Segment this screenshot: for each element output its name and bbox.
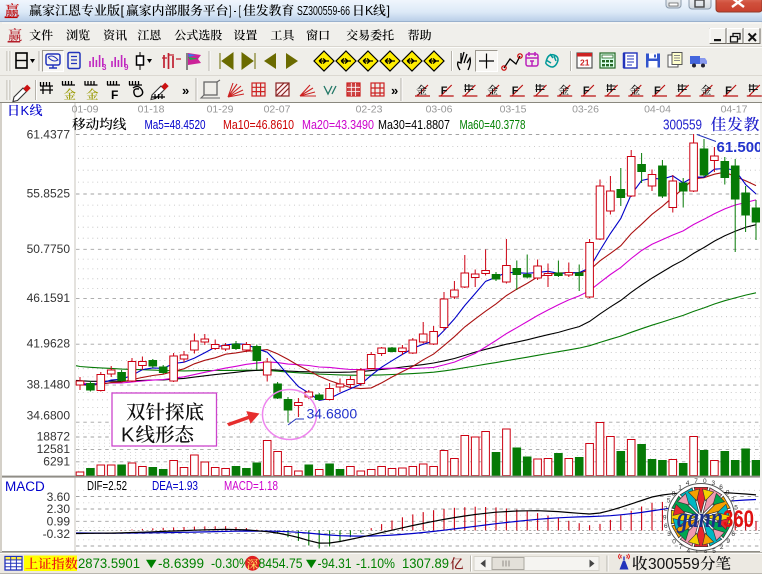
svg-text:DEA=1.93: DEA=1.93 xyxy=(152,478,198,493)
svg-text:34.6800: 34.6800 xyxy=(27,409,71,423)
svg-text:6: 6 xyxy=(719,484,723,491)
svg-text:2: 2 xyxy=(731,497,735,504)
svg-text:8454.75: 8454.75 xyxy=(259,556,303,571)
svg-text:K: K xyxy=(21,103,30,118)
svg-text:K: K xyxy=(121,425,135,447)
svg-text:03-06: 03-06 xyxy=(426,104,453,116)
svg-text:04-04: 04-04 xyxy=(644,104,671,116)
svg-text:01-18: 01-18 xyxy=(138,104,165,116)
svg-text:9: 9 xyxy=(726,489,730,496)
svg-text:[: [ xyxy=(121,3,125,18)
svg-text:1: 1 xyxy=(678,484,682,491)
svg-text:F: F xyxy=(583,85,590,97)
svg-text:] - [: ] - [ xyxy=(229,3,241,18)
svg-text:300559: 300559 xyxy=(663,117,702,134)
svg-text:3: 3 xyxy=(667,531,671,538)
svg-text:21: 21 xyxy=(580,58,590,68)
svg-text:Ma60=40.3778: Ma60=40.3778 xyxy=(460,117,526,132)
svg-text:02-07: 02-07 xyxy=(264,104,291,116)
svg-text:50.7750: 50.7750 xyxy=(27,242,71,256)
svg-text:Ma10=46.8610: Ma10=46.8610 xyxy=(223,117,294,132)
svg-text:61.5000: 61.5000 xyxy=(717,139,762,156)
svg-text:-0.32: -0.32 xyxy=(43,527,71,541)
svg-text:7: 7 xyxy=(679,544,683,551)
svg-text:F: F xyxy=(441,85,448,97)
svg-text:9: 9 xyxy=(663,514,667,521)
svg-text:9: 9 xyxy=(726,538,730,545)
svg-text:»: » xyxy=(391,83,398,98)
svg-text:1307.89: 1307.89 xyxy=(402,556,449,571)
svg-text:DIF=2.52: DIF=2.52 xyxy=(87,478,127,493)
svg-text:gann: gann xyxy=(676,503,723,534)
svg-text:55.8525: 55.8525 xyxy=(27,187,71,201)
svg-text:2873.5901: 2873.5901 xyxy=(78,556,140,571)
svg-text:-1.10%: -1.10% xyxy=(356,556,395,571)
svg-text:2: 2 xyxy=(720,544,724,551)
svg-text:Ma5=48.4520: Ma5=48.4520 xyxy=(145,117,206,132)
svg-text:-0.30%: -0.30% xyxy=(211,556,250,571)
svg-text:MACD=1.18: MACD=1.18 xyxy=(224,478,278,493)
svg-text:34.6800: 34.6800 xyxy=(307,406,358,422)
svg-text:Ma20=43.3490: Ma20=43.3490 xyxy=(302,117,374,132)
svg-text:01-29: 01-29 xyxy=(207,104,234,116)
svg-text:MACD: MACD xyxy=(5,479,45,494)
svg-text:61.4377: 61.4377 xyxy=(27,128,71,142)
svg-text:01-09: 01-09 xyxy=(72,104,99,116)
svg-text:F: F xyxy=(725,85,732,97)
svg-text:7: 7 xyxy=(694,478,698,485)
svg-text:5: 5 xyxy=(667,498,671,505)
svg-text:0: 0 xyxy=(672,538,676,545)
svg-text:3: 3 xyxy=(102,63,107,72)
svg-text:F: F xyxy=(654,85,661,97)
svg-text:Ma30=41.8807: Ma30=41.8807 xyxy=(378,117,450,132)
svg-text:03-15: 03-15 xyxy=(500,104,527,116)
svg-text:-8.6399: -8.6399 xyxy=(158,556,204,571)
svg-text:F: F xyxy=(111,88,118,102)
svg-text:300559: 300559 xyxy=(648,556,700,573)
svg-text:F: F xyxy=(512,85,519,97)
svg-text:4: 4 xyxy=(686,480,690,487)
svg-text:-94.31: -94.31 xyxy=(318,556,352,571)
svg-text:2: 2 xyxy=(664,506,668,513)
svg-text:9: 9 xyxy=(124,63,129,72)
svg-text:41.9628: 41.9628 xyxy=(27,337,71,351)
svg-text:03-26: 03-26 xyxy=(572,104,599,116)
svg-text:K: K xyxy=(365,4,374,18)
svg-text:SZ300559-66: SZ300559-66 xyxy=(297,4,350,18)
svg-text:3: 3 xyxy=(711,480,715,487)
svg-text:6: 6 xyxy=(664,523,668,530)
svg-text:04-17: 04-17 xyxy=(721,104,748,116)
svg-text:46.1591: 46.1591 xyxy=(27,291,71,305)
svg-text:02-23: 02-23 xyxy=(356,104,383,116)
svg-text:360: 360 xyxy=(723,506,754,533)
svg-text:38.1480: 38.1480 xyxy=(27,378,71,392)
svg-text:8: 8 xyxy=(672,490,676,497)
svg-text:0: 0 xyxy=(703,478,707,485)
svg-text:»: » xyxy=(182,83,189,98)
svg-text:6291: 6291 xyxy=(43,454,70,468)
svg-text:]: ] xyxy=(387,4,390,18)
